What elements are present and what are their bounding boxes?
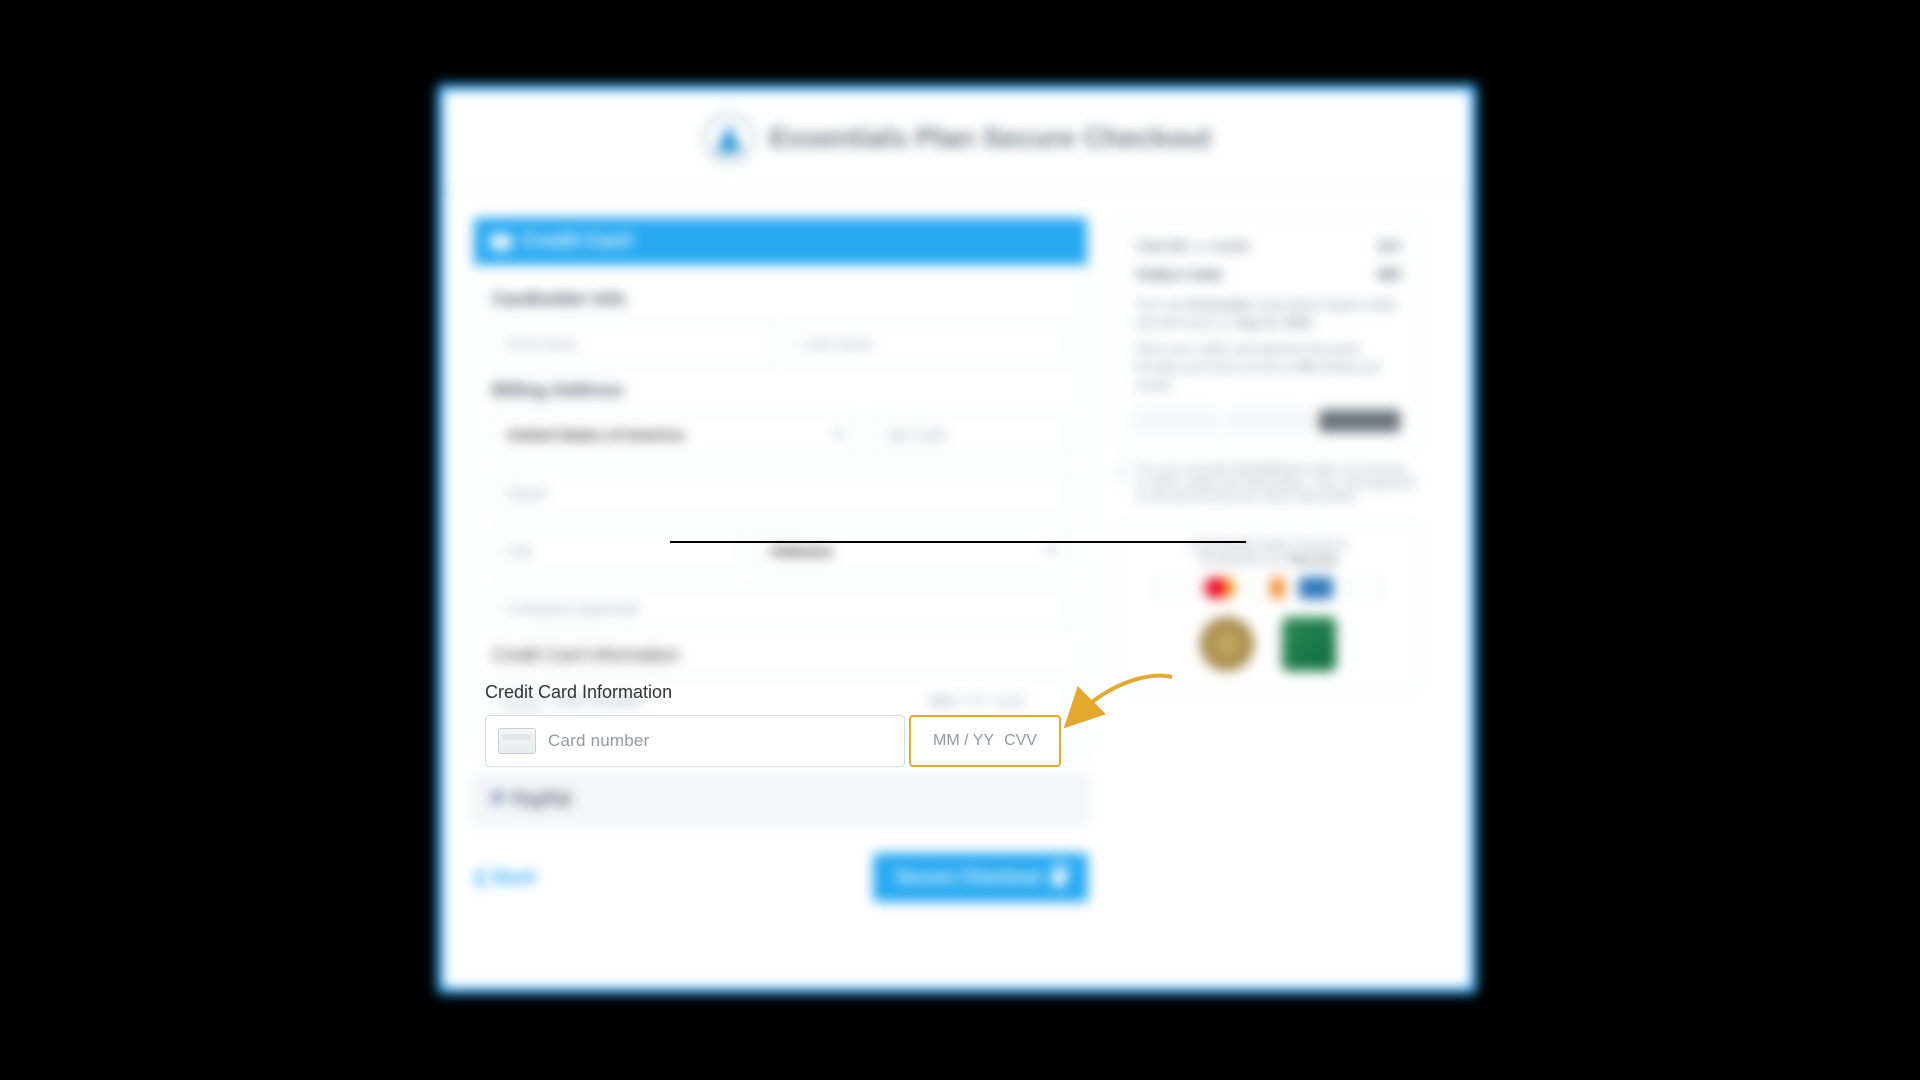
payment-provider-badges: [1135, 409, 1401, 433]
discover-icon: [1251, 577, 1285, 599]
pci-seal-icon: [1282, 617, 1336, 671]
checkout-window-blurred: Essentials Plan Secure Checkout Credit C…: [437, 84, 1477, 994]
trust-seal-icon: [1200, 617, 1254, 671]
back-button[interactable]: ❮ Back: [473, 867, 536, 888]
tab-credit-card[interactable]: Credit Card: [474, 218, 1087, 265]
mastercard-icon: [1203, 577, 1237, 599]
safe-checkout-box: Guaranteed Safe Checkout POWERED BY Recu…: [1118, 522, 1418, 690]
street-field[interactable]: Street: [492, 471, 1069, 515]
badge-paypal: [1226, 409, 1309, 433]
order-summary: Total Bill / 1 month $99 Today's total: …: [1118, 217, 1418, 448]
credit-card-icon: [490, 234, 512, 250]
secure-checkout-button[interactable]: Secure Checkout: [873, 853, 1088, 902]
summary-total-value: $99: [1378, 266, 1401, 282]
credit-card-panel: Credit Card Cardholder Info First name L…: [473, 217, 1088, 753]
badge-applepay: [1318, 409, 1401, 433]
cc-info-title: Credit Card Information: [492, 645, 1069, 666]
card-number-field[interactable]: Card number MM / YY CVV: [492, 676, 1069, 726]
badge-generic: [1135, 409, 1218, 433]
zip-field[interactable]: Zip Code: [871, 413, 1069, 457]
summary-note-1: Your new Essentials subscription begins …: [1135, 296, 1401, 332]
summary-line-label: Total Bill / 1 month: [1135, 238, 1249, 254]
brand-logo-icon: [703, 112, 755, 164]
paypal-icon: P: [492, 789, 504, 810]
safe-title: Guaranteed Safe Checkout: [1131, 537, 1405, 552]
last-name-field[interactable]: Last name: [788, 322, 1070, 366]
company-field[interactable]: Company (optional): [492, 587, 1069, 631]
lock-icon: [1052, 870, 1066, 886]
city-field[interactable]: City: [492, 529, 741, 573]
summary-total-label: Today's total:: [1135, 266, 1224, 282]
tab-paypal[interactable]: P PayPal: [473, 773, 1088, 825]
visa-icon: [1155, 577, 1189, 599]
summary-line-value: $99: [1378, 238, 1401, 254]
paypal-brand-icon: [1347, 577, 1381, 599]
billing-address-title: Billing Address: [492, 380, 1069, 401]
first-name-field[interactable]: First name: [492, 322, 774, 366]
tab-credit-card-label: Credit Card: [522, 230, 631, 253]
amex-icon: [1299, 577, 1333, 599]
annotation-divider-line: [670, 541, 1246, 543]
state-select[interactable]: Alabama: [755, 529, 1069, 573]
page-header: Essentials Plan Secure Checkout: [443, 90, 1471, 191]
country-select[interactable]: United States of America: [492, 413, 857, 457]
page-title: Essentials Plan Secure Checkout: [769, 122, 1211, 154]
tab-paypal-label: PayPal: [512, 789, 571, 810]
cardholder-info-title: Cardholder Info: [492, 289, 1069, 310]
security-note: For your security RocketReach does not p…: [1118, 462, 1418, 504]
lock-icon: [1118, 462, 1126, 484]
card-chip-icon: [503, 688, 541, 714]
summary-note-2: Once your credit card payment has gone t…: [1135, 340, 1401, 394]
